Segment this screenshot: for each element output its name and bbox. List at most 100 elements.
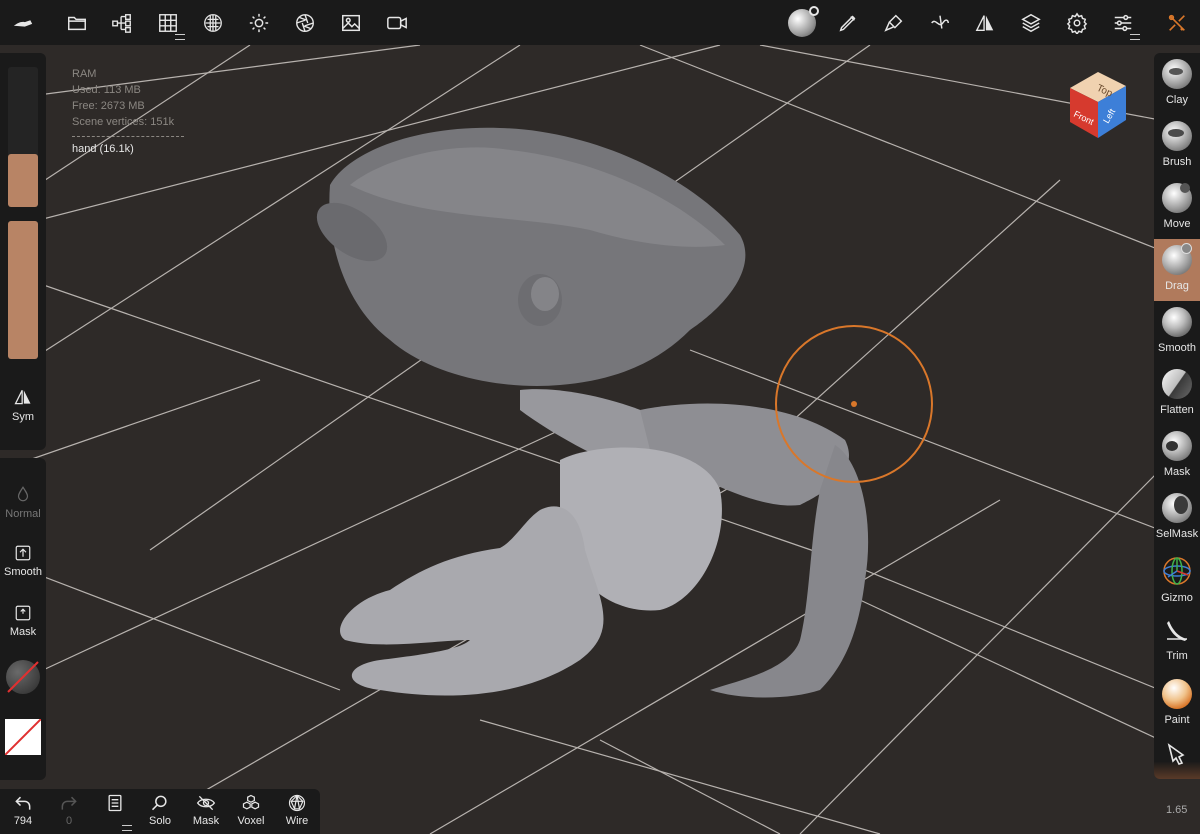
wire-button[interactable]: Wire (274, 793, 320, 833)
sliders-icon[interactable] (1106, 6, 1140, 40)
matcap-ball-icon[interactable] (785, 6, 819, 40)
wireframe-sphere-icon (288, 794, 306, 812)
aperture-camera-icon[interactable] (288, 6, 322, 40)
tool-gizmo[interactable]: Gizmo (1154, 549, 1200, 611)
tool-more[interactable] (1154, 735, 1200, 779)
pen-icon[interactable] (831, 6, 865, 40)
sym-label: Sym (12, 411, 34, 423)
normal-label: Normal (5, 508, 41, 520)
smooth-label: Smooth (4, 566, 42, 578)
nomad-logo-icon[interactable] (6, 6, 40, 40)
redo-button[interactable]: 0 (46, 793, 92, 833)
smooth-sphere-icon (1162, 307, 1192, 337)
wire-label: Wire (285, 815, 309, 827)
mask-visibility-button[interactable]: Mask (183, 793, 229, 833)
tool-label: Smooth (1158, 342, 1196, 354)
video-icon[interactable] (380, 6, 414, 40)
tool-smooth[interactable]: Smooth (1154, 301, 1200, 363)
brush-sphere-icon (1162, 121, 1192, 151)
brush-icon[interactable] (877, 6, 911, 40)
scene-vertices: Scene vertices: 151k (72, 116, 175, 128)
flatten-icon (1162, 369, 1192, 399)
ram-used: Used: 113 MB (72, 84, 141, 96)
voxel-button[interactable]: Voxel (228, 793, 274, 833)
tool-label: Trim (1166, 650, 1188, 662)
mask-sphere-icon (1162, 431, 1192, 461)
drag-icon (1162, 243, 1192, 275)
drop-icon (17, 486, 29, 502)
version-label: 1.65 (1166, 804, 1188, 816)
symmetry-icon[interactable] (968, 6, 1002, 40)
book-icon (108, 794, 122, 812)
scene-tree-icon[interactable] (105, 6, 139, 40)
left-slider-panel: Sym (0, 53, 46, 450)
intensity-slider[interactable] (8, 221, 38, 359)
solo-button[interactable]: Solo (137, 793, 183, 833)
tool-label: Clay (1165, 94, 1188, 106)
symmetry-icon (14, 390, 31, 405)
settings-icon[interactable] (1060, 6, 1094, 40)
clay-icon (1162, 59, 1192, 89)
tool-drag[interactable]: Drag (1154, 239, 1200, 301)
tool-trim[interactable]: Trim (1154, 611, 1200, 673)
sun-light-icon[interactable] (242, 6, 276, 40)
tools-panel: Clay Brush Move Drag Smooth Flatten Mask… (1154, 53, 1200, 779)
image-icon[interactable] (334, 6, 368, 40)
selmask-icon (1162, 493, 1192, 523)
tool-label: Brush (1162, 156, 1192, 168)
stroke-icon[interactable] (923, 6, 957, 40)
tool-selmask[interactable]: SelMask (1154, 487, 1200, 549)
tool-brush[interactable]: Brush (1154, 115, 1200, 177)
sym-button[interactable]: Sym (0, 387, 46, 423)
top-toolbar (0, 0, 1200, 45)
folder-icon[interactable] (60, 6, 94, 40)
info-divider (72, 136, 184, 137)
tool-label: Drag (1165, 280, 1189, 292)
redo-count: 0 (65, 815, 73, 827)
submenu-indicator (1130, 34, 1140, 40)
gizmo-icon (1163, 557, 1191, 585)
tool-move[interactable]: Move (1154, 177, 1200, 239)
move-icon (1162, 183, 1192, 213)
bottom-toolbar: 794 0 Solo Mask Voxel Wire (0, 789, 320, 834)
mask-toggle[interactable]: Mask (0, 604, 46, 638)
ram-free: Free: 2673 MB (72, 100, 145, 112)
trim-icon (1167, 621, 1187, 641)
mask-icon (15, 605, 31, 621)
normal-button[interactable]: Normal (0, 484, 46, 520)
submenu-indicator (122, 825, 132, 831)
smooth-toggle[interactable]: Smooth (0, 544, 46, 578)
undo-button[interactable]: 794 (0, 793, 46, 833)
brush-center-dot (851, 401, 857, 407)
tool-label: Move (1163, 218, 1191, 230)
solo-label: Solo (148, 815, 172, 827)
tool-label: Mask (1163, 466, 1191, 478)
radius-slider-fill (8, 153, 38, 207)
tools-icon[interactable] (1160, 6, 1194, 40)
tool-mask[interactable]: Mask (1154, 425, 1200, 487)
layers-icon[interactable] (1014, 6, 1048, 40)
mask-visibility-label: Mask (192, 815, 220, 827)
tool-label: Gizmo (1161, 592, 1193, 604)
material-preview[interactable] (6, 660, 40, 694)
ram-label: RAM (72, 68, 97, 80)
tool-flatten[interactable]: Flatten (1154, 363, 1200, 425)
history-button[interactable] (92, 793, 138, 833)
redo-icon (61, 796, 77, 810)
eye-off-icon (196, 795, 216, 811)
voxel-label: Voxel (237, 815, 265, 827)
color-swatch[interactable] (4, 718, 42, 756)
tool-paint[interactable]: Paint (1154, 673, 1200, 735)
smooth-icon (15, 545, 31, 561)
undo-icon (15, 796, 31, 810)
left-options-panel: Normal Smooth Mask (0, 458, 46, 780)
grid-topology-icon[interactable] (151, 6, 185, 40)
tool-label: SelMask (1155, 528, 1199, 540)
radius-slider[interactable] (8, 67, 38, 207)
view-cube[interactable]: Top Front Left (1060, 68, 1132, 140)
tool-label: Flatten (1160, 404, 1194, 416)
selected-object-label[interactable]: hand (16.1k) (72, 141, 184, 157)
undo-count: 794 (13, 815, 33, 827)
tool-clay[interactable]: Clay (1154, 53, 1200, 115)
sphere-material-icon[interactable] (196, 6, 230, 40)
